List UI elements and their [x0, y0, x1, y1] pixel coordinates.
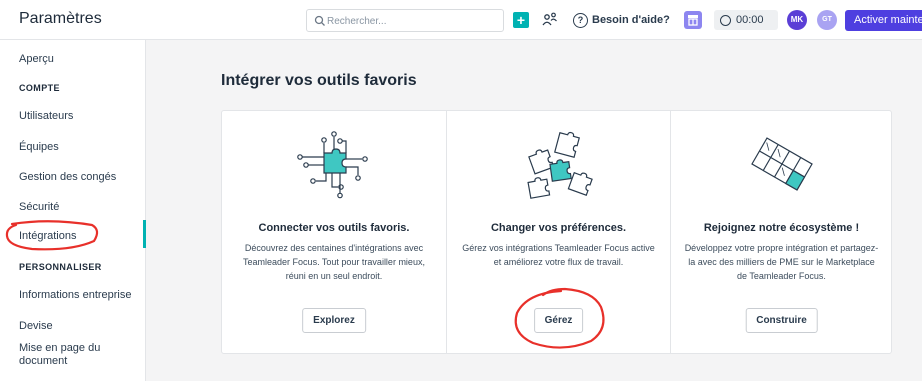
card-connect: Connecter vos outils favoris. Découvrez …	[222, 111, 446, 353]
sidebar-item-conges[interactable]: Gestion des congés	[19, 171, 139, 183]
activate-button[interactable]: Activer mainte	[845, 10, 922, 31]
sidebar-item-devise[interactable]: Devise	[19, 320, 139, 332]
marketplace-button[interactable]	[684, 11, 702, 29]
people-icon[interactable]	[541, 11, 559, 29]
card-preferences: Changer vos préférences. Gérez vos intég…	[446, 111, 670, 353]
settings-sidebar: Aperçu COMPTE Utilisateurs Équipes Gesti…	[0, 40, 146, 381]
puzzle-ecosystem-icon	[750, 137, 813, 191]
help-label: Besoin d'aide?	[592, 14, 670, 26]
connector-puzzle-icon	[297, 131, 368, 199]
page-title: Intégrer vos outils favoris	[221, 72, 417, 89]
question-icon: ?	[573, 12, 588, 28]
user-avatar[interactable]: GT	[817, 10, 837, 30]
top-bar: Paramètres + ? Besoin d'aide? 00:00 MK G…	[0, 0, 922, 40]
explore-button[interactable]: Explorez	[302, 308, 366, 333]
sidebar-item-apercu[interactable]: Aperçu	[19, 53, 139, 65]
sidebar-item-utilisateurs[interactable]: Utilisateurs	[19, 110, 139, 122]
search-input[interactable]	[327, 13, 497, 29]
timer-value: 00:00	[736, 14, 764, 26]
manage-button[interactable]: Gérez	[533, 308, 584, 333]
sidebar-item-securite[interactable]: Sécurité	[19, 201, 139, 213]
card-connect-title: Connecter vos outils favoris.	[258, 222, 410, 234]
scattered-puzzle-pieces-icon	[526, 131, 593, 199]
search-box[interactable]	[306, 9, 504, 32]
sidebar-item-integrations[interactable]: Intégrations	[19, 230, 139, 242]
card-ecosystem: Rejoignez notre écosystème ! Développez …	[670, 111, 892, 353]
search-icon	[314, 15, 325, 26]
timer-button[interactable]: 00:00	[714, 10, 778, 30]
add-button[interactable]: +	[513, 12, 529, 28]
card-connect-description: Découvrez des centaines d'intégrations a…	[243, 243, 425, 281]
sidebar-item-equipes[interactable]: Équipes	[19, 141, 139, 153]
sidebar-heading-personnaliser: PERSONNALISER	[19, 262, 102, 272]
integration-cards: Connecter vos outils favoris. Découvrez …	[221, 110, 892, 354]
stopwatch-icon	[720, 14, 731, 26]
build-button[interactable]: Construire	[745, 308, 818, 333]
card-preferences-title: Changer vos préférences.	[490, 222, 627, 234]
sidebar-active-indicator	[143, 220, 146, 248]
store-icon	[688, 15, 698, 26]
page-section-title: Paramètres	[19, 10, 102, 27]
sidebar-item-mise-en-page[interactable]: Mise en page du document	[19, 342, 119, 368]
card-ecosystem-description: Développez votre propre intégration et p…	[684, 243, 879, 281]
help-button[interactable]: ? Besoin d'aide?	[573, 11, 670, 29]
sidebar-item-informations-entreprise[interactable]: Informations entreprise	[19, 289, 139, 301]
card-ecosystem-title: Rejoignez notre écosystème !	[703, 222, 860, 234]
card-preferences-description: Gérez vos intégrations Teamleader Focus …	[462, 243, 655, 267]
sidebar-heading-compte: COMPTE	[19, 83, 60, 93]
app-logo-badge[interactable]: MK	[787, 10, 807, 30]
